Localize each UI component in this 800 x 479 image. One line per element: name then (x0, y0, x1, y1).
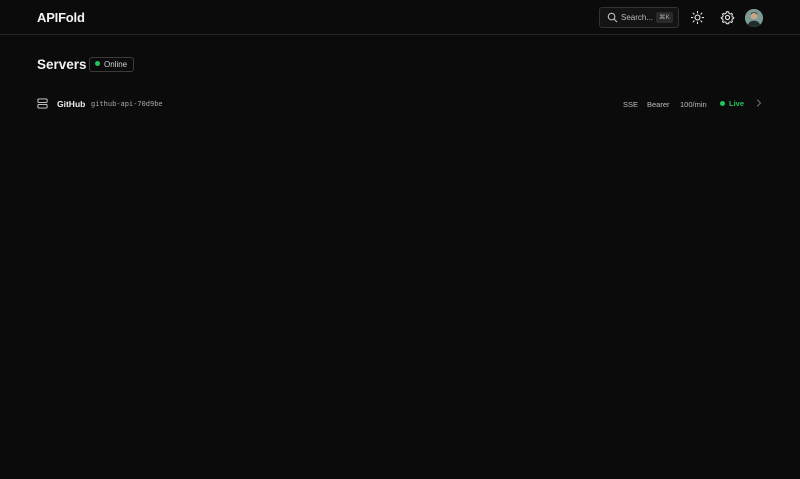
chevron-right-icon (756, 99, 762, 107)
status-badge-label: Online (104, 60, 128, 69)
search-placeholder: Search... (621, 13, 654, 22)
page-title: Servers (37, 57, 87, 72)
server-icon (37, 98, 48, 109)
settings-button[interactable] (720, 10, 735, 25)
theme-toggle-button[interactable] (690, 10, 705, 25)
status-dot-icon (95, 61, 100, 67)
server-auth: Bearer (647, 100, 670, 109)
server-rate-limit: 100/min (680, 100, 707, 109)
server-name: GitHub (57, 99, 86, 109)
gear-icon (720, 11, 735, 25)
avatar-image (745, 9, 763, 27)
app-brand[interactable]: APIFold (37, 10, 85, 25)
search-input[interactable]: Search... ⌘K (599, 7, 679, 28)
search-shortcut-badge: ⌘K (656, 12, 673, 23)
server-slug: github-api-70d9be (91, 100, 163, 108)
sun-icon (690, 10, 705, 25)
server-row[interactable]: GitHub github-api-70d9be SSE Bearer 100/… (30, 93, 770, 115)
top-bar: APIFold Search... ⌘K (0, 0, 800, 35)
server-status-label: Live (729, 99, 745, 108)
avatar[interactable] (745, 9, 763, 27)
live-dot-icon (720, 100, 725, 106)
server-transport: SSE (623, 100, 639, 109)
status-badge: Online (89, 57, 135, 72)
server-status: Live (720, 99, 744, 108)
search-icon (607, 12, 618, 23)
